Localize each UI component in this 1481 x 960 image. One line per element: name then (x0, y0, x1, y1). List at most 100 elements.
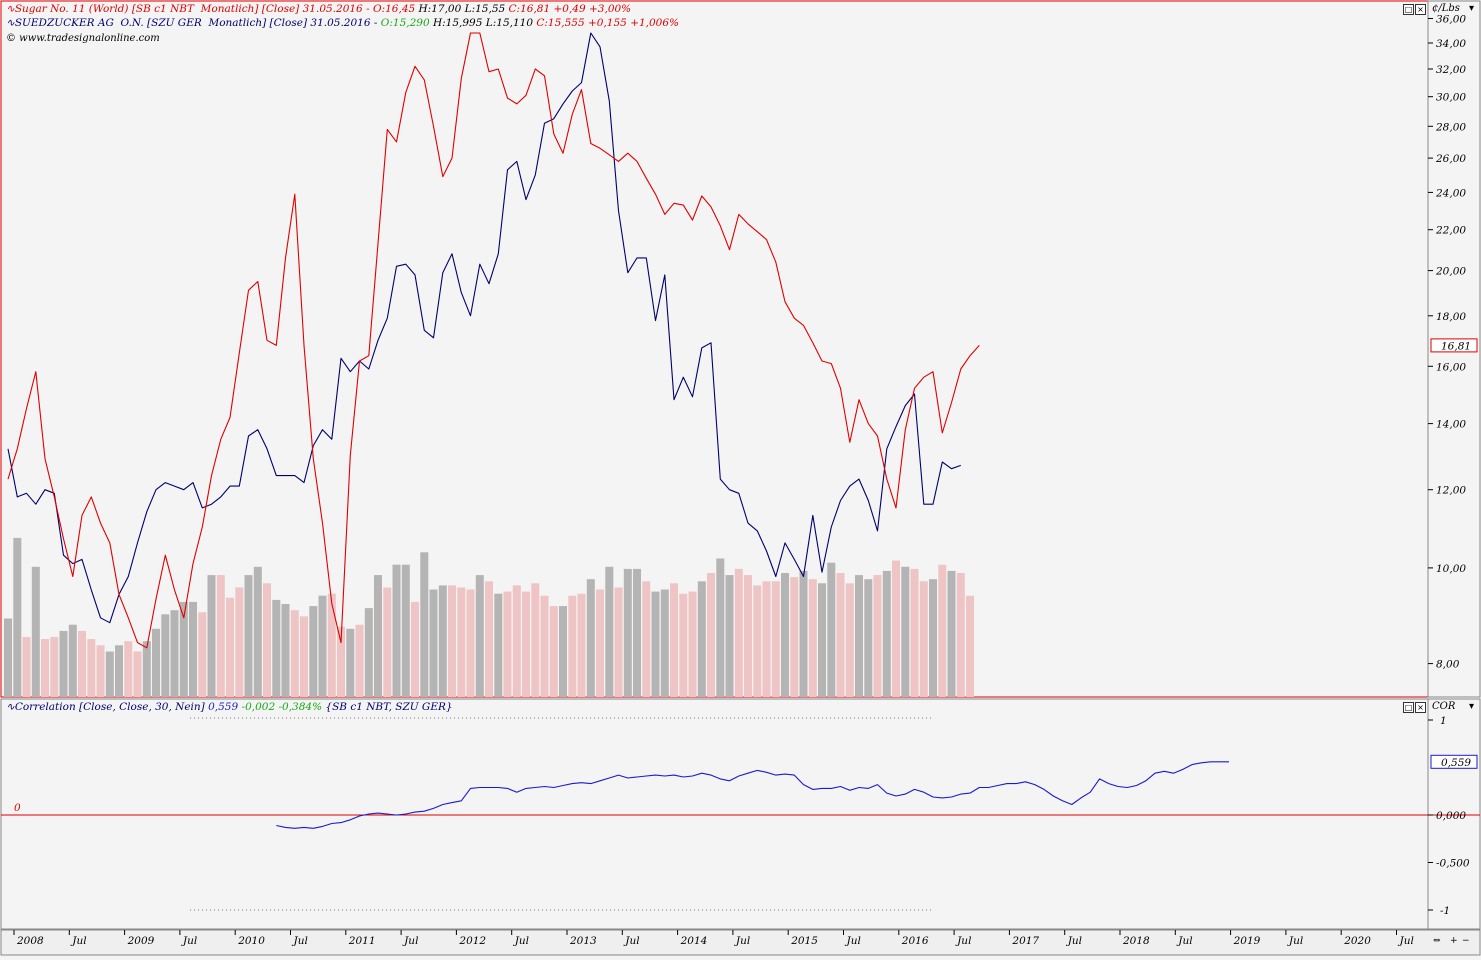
close-indicator-button[interactable]: × (1415, 702, 1426, 713)
volume-bar (966, 595, 974, 697)
volume-bar (688, 591, 697, 697)
volume-bar (929, 579, 937, 697)
volume-bar (244, 575, 253, 697)
line-icon: ∿ (6, 3, 15, 15)
legend-suedzucker-close: C:15,555 +0,155 +1,006% (536, 17, 680, 29)
volume-bar (235, 587, 244, 697)
volume-bar (78, 630, 86, 697)
volume-bar (13, 537, 22, 697)
volume-bar (697, 581, 706, 697)
indicator-unit-label: COR (1432, 701, 1456, 712)
volume-bar (808, 579, 817, 697)
volume-bar (438, 585, 447, 697)
volume-bar (586, 579, 595, 697)
time-tick-label: Jul (292, 935, 308, 947)
copyright-note: © www.tradesignalonline.com (6, 32, 160, 45)
price-tick-label: 24,00 (1435, 187, 1466, 199)
volume-bar (596, 589, 604, 697)
volume-bar (263, 583, 271, 697)
volume-bar (947, 570, 956, 697)
volume-bar (290, 610, 299, 697)
volume-bar (142, 641, 151, 697)
volume-bar (522, 591, 530, 697)
price-tick-label: 18,00 (1436, 311, 1466, 323)
zero-line-label: 0 (14, 802, 21, 814)
indicator-tick-label: -1 (1440, 905, 1450, 917)
close-panel-button[interactable]: × (1415, 4, 1426, 15)
volume-bar (485, 581, 493, 697)
legend-sugar-close: C:16,81 +0,49 +3,00% (508, 3, 632, 15)
volume-bar (41, 639, 49, 697)
zoom-in-icon[interactable]: + (1450, 936, 1458, 946)
volume-bar (901, 566, 910, 697)
time-tick-label: Jul (402, 935, 418, 947)
volume-bar (392, 564, 401, 697)
legend-correlation-symbols: {SB c1 NBT, SZU GER} (325, 701, 453, 713)
legend-suedzucker[interactable]: ∿SUEDZUCKER AG O.N. [SZU GER Monatlich] … (6, 17, 679, 30)
last-correlation-marker-text: 0,559 (1441, 757, 1471, 769)
time-tick-label: 2015 (790, 935, 818, 947)
legend-correlation-value: 0,559 (208, 701, 242, 713)
legend-sugar[interactable]: ∿Sugar No. 11 (World) [SB c1 NBT Monatli… (6, 3, 631, 16)
volume-bar (882, 570, 891, 697)
volume-bar (873, 575, 882, 697)
volume-bar (448, 585, 456, 697)
volume-bar (670, 583, 678, 697)
legend-suedzucker-high-low: H:15,995 L:15,110 (432, 17, 537, 29)
volume-bar (855, 575, 863, 697)
volume-bar (660, 589, 669, 697)
volume-bar (503, 591, 512, 697)
volume-bar (420, 552, 429, 697)
maximize-indicator-button[interactable]: □ (1403, 702, 1414, 713)
time-tick-label: 2020 (1343, 935, 1371, 947)
volume-bar (919, 581, 928, 697)
volume-bar (679, 593, 688, 697)
close-icon: × (1417, 5, 1424, 14)
volume-bar (429, 589, 438, 697)
time-tick-label: 2011 (348, 935, 376, 947)
volume-bar (124, 641, 133, 697)
volume-bar (716, 558, 725, 697)
volume-bar (281, 604, 290, 697)
volume-bar (68, 624, 77, 697)
axis-dropdown-icon[interactable]: ▾ (1469, 3, 1474, 14)
time-tick-label: Jul (623, 935, 639, 947)
volume-bar (864, 579, 873, 697)
volume-bar (568, 595, 577, 697)
volume-bar (651, 591, 660, 697)
time-tick-label: 2018 (1122, 935, 1150, 947)
volume-bar (346, 628, 355, 697)
legend-correlation[interactable]: ∿Correlation [Close, Close, 30, Nein] 0,… (6, 701, 453, 714)
scroll-arrows-icon[interactable]: ⇔ (1433, 936, 1441, 946)
volume-bar (799, 570, 808, 697)
indicator-panel-background (0, 698, 1429, 930)
volume-bar (762, 581, 771, 697)
legend-suedzucker-label: SUEDZUCKER AG O.N. [SZU GER Monatlich] [… (14, 17, 381, 29)
volume-bar (198, 612, 207, 697)
maximize-panel-button[interactable]: □ (1403, 4, 1414, 15)
volume-bar (512, 585, 521, 697)
price-tick-label: 32,00 (1436, 64, 1466, 76)
volume-bar (216, 575, 225, 697)
axis-dropdown-icon[interactable]: ▾ (1469, 701, 1474, 712)
volume-bar (633, 568, 641, 697)
volume-bar (725, 575, 734, 697)
time-tick-label: Jul (70, 935, 86, 947)
volume-bar (892, 560, 900, 697)
volume-bar (105, 651, 114, 697)
time-tick-label: 2019 (1233, 935, 1261, 947)
close-icon: × (1417, 703, 1424, 712)
price-tick-label: 20,00 (1435, 266, 1466, 278)
chart-workspace[interactable]: 36,00 34,00 32,00 30,00 28,00 26,00 24,00 22,00… (0, 0, 1481, 956)
volume-bar (327, 593, 336, 697)
line-icon: ∿ (6, 17, 15, 29)
volume-bar (4, 618, 12, 697)
volume-bar (31, 566, 40, 697)
volume-bar (161, 614, 170, 697)
price-tick-label: 10,00 (1436, 563, 1466, 575)
volume-bar (623, 568, 632, 697)
price-tick-label: 16,00 (1436, 361, 1466, 373)
volume-bar (827, 562, 836, 697)
zoom-out-icon[interactable]: − (1462, 936, 1470, 946)
maximize-icon: □ (1404, 5, 1413, 14)
